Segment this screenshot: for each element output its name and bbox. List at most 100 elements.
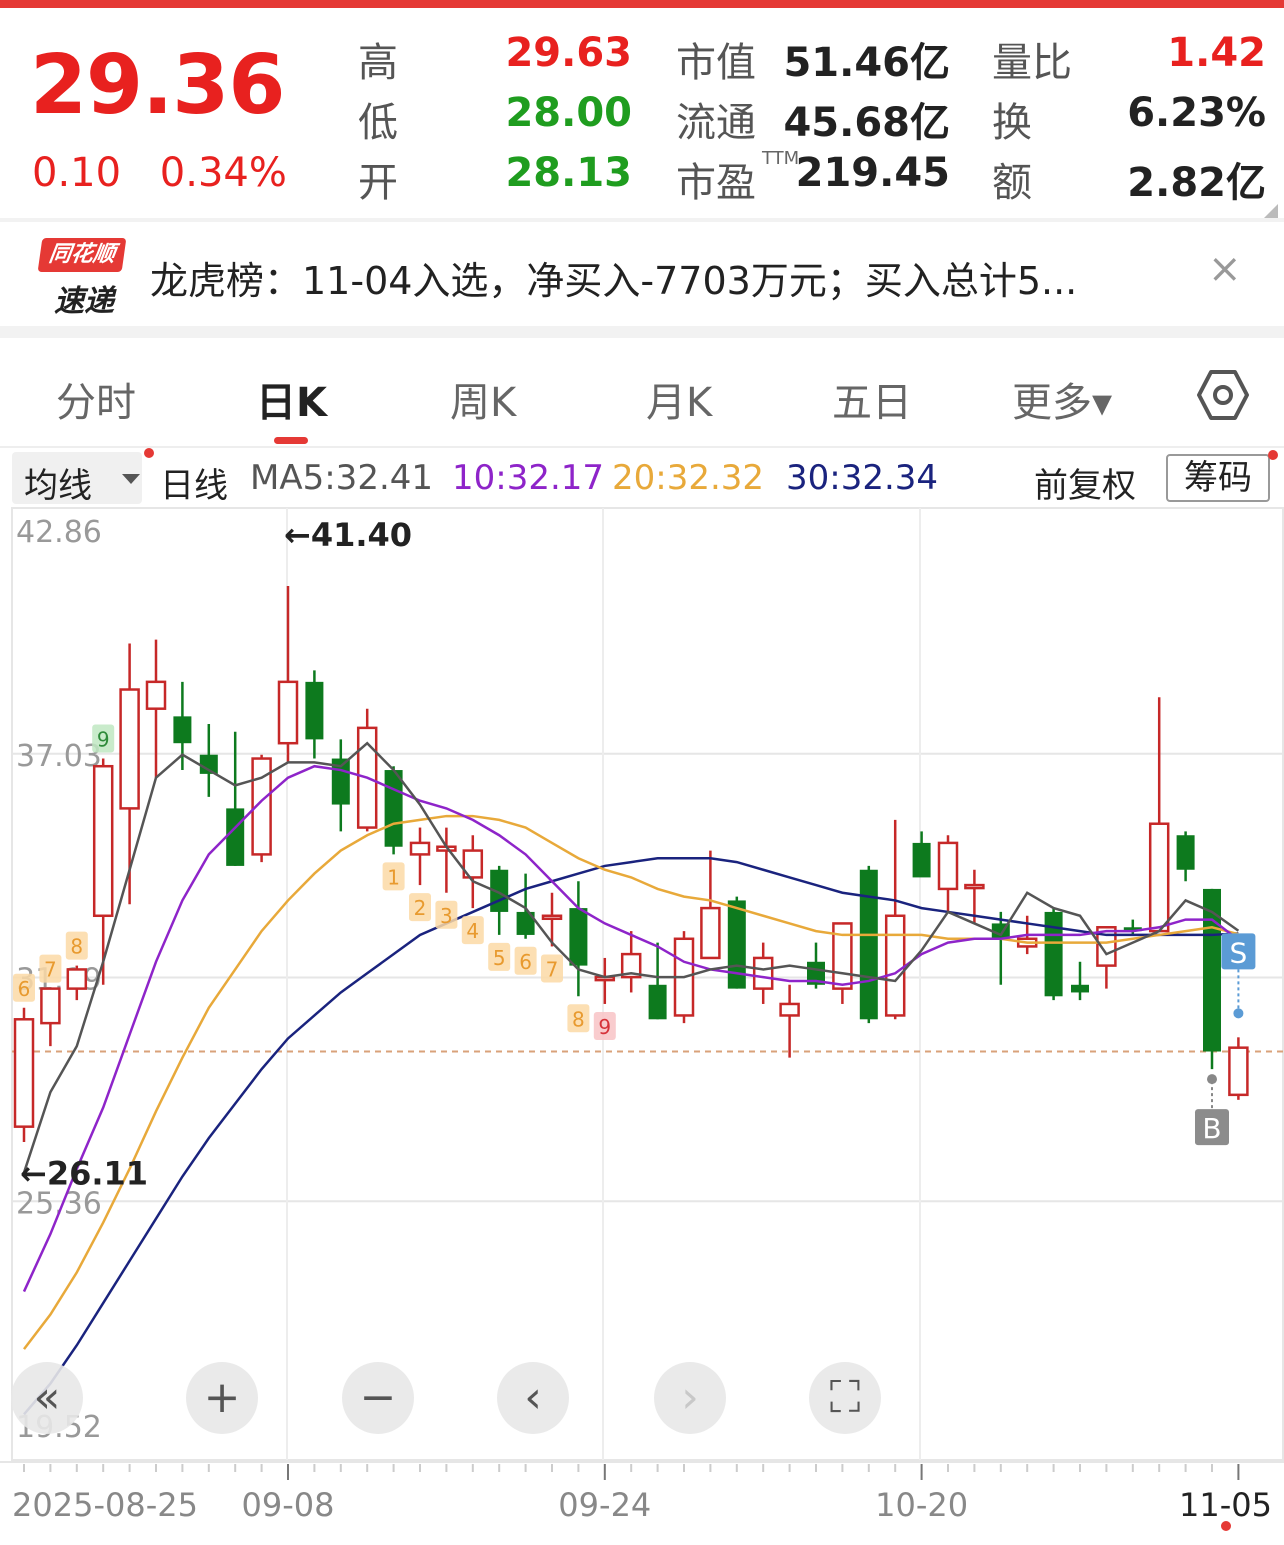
candle-body-up bbox=[752, 956, 774, 990]
sequence-mark-text: 7 bbox=[546, 957, 559, 981]
next-button[interactable]: › bbox=[654, 1362, 726, 1434]
candle-body-up bbox=[937, 841, 959, 891]
kline-chart[interactable]: 42.8637.0331.1925.3619.52 6789123456789 … bbox=[0, 500, 1284, 1545]
candle-body-up bbox=[1148, 822, 1170, 933]
sequence-mark-text: 3 bbox=[440, 904, 453, 928]
last-price: 29.36 bbox=[30, 38, 285, 133]
candle-body-down bbox=[384, 770, 403, 847]
candle-body-down bbox=[1044, 911, 1063, 997]
tab-weekly-k[interactable]: 周K bbox=[450, 370, 516, 428]
notice-dot bbox=[144, 448, 154, 458]
zoom-out-button[interactable]: − bbox=[342, 1362, 414, 1434]
period-tabs: 分时 日K 周K 月K 五日 更多▾ bbox=[0, 340, 1284, 446]
tab-monthly-k[interactable]: 月K bbox=[646, 370, 712, 428]
chevron-left-icon: ‹ bbox=[524, 1372, 542, 1423]
candle-body-down bbox=[859, 869, 878, 1020]
candle-body-down bbox=[173, 716, 192, 744]
candle-body-down bbox=[305, 681, 324, 740]
sequence-mark-text: 9 bbox=[598, 1015, 611, 1039]
chips-button[interactable]: 筹码 bbox=[1166, 454, 1270, 502]
dropdown-arrow-icon bbox=[122, 474, 140, 484]
ma-lines bbox=[22, 741, 1240, 1416]
open-value: 28.13 bbox=[505, 150, 632, 196]
close-icon[interactable]: × bbox=[1208, 246, 1242, 292]
turnover-value: 6.23% bbox=[1127, 90, 1266, 136]
signal-dot bbox=[1233, 1008, 1244, 1019]
chart-frame bbox=[11, 507, 1284, 1461]
collapse-left-button[interactable]: « bbox=[11, 1362, 83, 1434]
x-axis: 2025-08-25 09-08 09-24 10-20 11-05 bbox=[0, 1461, 1284, 1531]
extreme-markers: ←41.40 ←26.11 bbox=[20, 516, 412, 1192]
open-label: 开 bbox=[358, 160, 398, 206]
mktcap-label: 市值 bbox=[676, 40, 756, 86]
y-tick-label: 42.86 bbox=[16, 515, 102, 550]
high-label: 高 bbox=[358, 40, 398, 86]
sequence-mark-text: 2 bbox=[414, 896, 427, 920]
volratio-label: 量比 bbox=[992, 40, 1072, 86]
settings-gear-icon[interactable] bbox=[1196, 368, 1250, 422]
high-marker: ←41.40 bbox=[284, 516, 412, 554]
sequence-mark-text: 8 bbox=[572, 1007, 585, 1031]
expand-corner-icon[interactable] bbox=[1264, 204, 1278, 218]
news-banner[interactable]: 同花顺 速递 龙虎榜：11-04入选，净买入-7703万元；买入总计5... × bbox=[0, 224, 1284, 324]
ma10-label: 10:32.17 bbox=[452, 458, 605, 498]
prev-button[interactable]: ‹ bbox=[497, 1362, 569, 1434]
candle-body-up bbox=[409, 841, 431, 856]
ma5-label: MA5:32.41 bbox=[250, 458, 434, 498]
float-value: 45.68亿 bbox=[783, 100, 950, 146]
change-percent: 0.34% bbox=[159, 150, 287, 196]
ma-legend-bar: 均线 日线 MA5:32.41 10:32.17 20:32.32 30:32.… bbox=[0, 448, 1284, 508]
x-tick-label: 2025-08-25 bbox=[12, 1486, 198, 1524]
current-date-dot bbox=[1221, 1521, 1231, 1531]
candle-body-down bbox=[648, 984, 667, 1020]
candle-body-up bbox=[884, 914, 906, 1017]
news-text[interactable]: 龙虎榜：11-04入选，净买入-7703万元；买入总计5... bbox=[150, 250, 1077, 305]
tab-more[interactable]: 更多▾ bbox=[1012, 370, 1112, 428]
double-chevron-left-icon: « bbox=[34, 1372, 61, 1423]
minus-icon: − bbox=[360, 1372, 397, 1423]
candle-body-up bbox=[1228, 1046, 1249, 1097]
candle-body-up bbox=[119, 688, 140, 810]
turnover-label: 换 bbox=[992, 100, 1032, 146]
chart-controls: « + − ‹ › ⛶ bbox=[11, 1362, 881, 1434]
top-accent-bar bbox=[0, 0, 1284, 8]
sequence-mark-text: 6 bbox=[18, 977, 31, 1001]
candle-body-down bbox=[912, 842, 931, 878]
tab-daily-k[interactable]: 日K bbox=[256, 370, 327, 428]
mktcap-value: 51.46亿 bbox=[783, 40, 950, 86]
divider bbox=[0, 218, 1284, 222]
candle-body-down bbox=[1176, 835, 1195, 870]
sequence-mark-text: 1 bbox=[387, 865, 400, 889]
candle-body-up bbox=[541, 914, 563, 921]
fullscreen-button[interactable]: ⛶ bbox=[809, 1362, 881, 1434]
zoom-in-button[interactable]: + bbox=[186, 1362, 258, 1434]
sequence-mark-text: 8 bbox=[70, 935, 83, 959]
sequence-mark-text: 9 bbox=[97, 728, 110, 752]
amount-value: 2.82亿 bbox=[1127, 160, 1266, 206]
low-marker: ←26.11 bbox=[20, 1154, 148, 1192]
plus-icon: + bbox=[204, 1372, 241, 1423]
price-change: 0.10 0.34% bbox=[32, 150, 287, 196]
chevron-right-icon: › bbox=[681, 1372, 699, 1423]
ths-logo: 同花顺 速递 bbox=[37, 236, 127, 319]
chart-grid bbox=[11, 507, 1284, 1461]
candle-body-down bbox=[1071, 984, 1089, 993]
ma30-label: 30:32.34 bbox=[786, 458, 939, 498]
float-label: 流通 bbox=[676, 100, 756, 146]
candle-body-up bbox=[13, 1018, 35, 1128]
ma10-line bbox=[22, 764, 1240, 1293]
candle-body-up bbox=[40, 987, 61, 1025]
fullscreen-icon: ⛶ bbox=[830, 1372, 861, 1423]
sell-signal-text: S bbox=[1230, 936, 1248, 969]
ma20-label: 20:32.32 bbox=[612, 458, 765, 498]
ma-select-dropdown[interactable]: 均线 bbox=[12, 452, 142, 506]
x-tick-label: 09-08 bbox=[242, 1486, 335, 1524]
amount-label: 额 bbox=[992, 160, 1032, 206]
x-tick-label: 10-20 bbox=[875, 1486, 968, 1524]
tab-intraday[interactable]: 分时 bbox=[56, 370, 136, 428]
sequence-mark-text: 6 bbox=[519, 950, 532, 974]
tab-five-day[interactable]: 五日 bbox=[832, 370, 912, 428]
candle-body-down bbox=[226, 808, 245, 866]
candle-body-up bbox=[92, 764, 114, 918]
signal-dot bbox=[1207, 1074, 1217, 1085]
